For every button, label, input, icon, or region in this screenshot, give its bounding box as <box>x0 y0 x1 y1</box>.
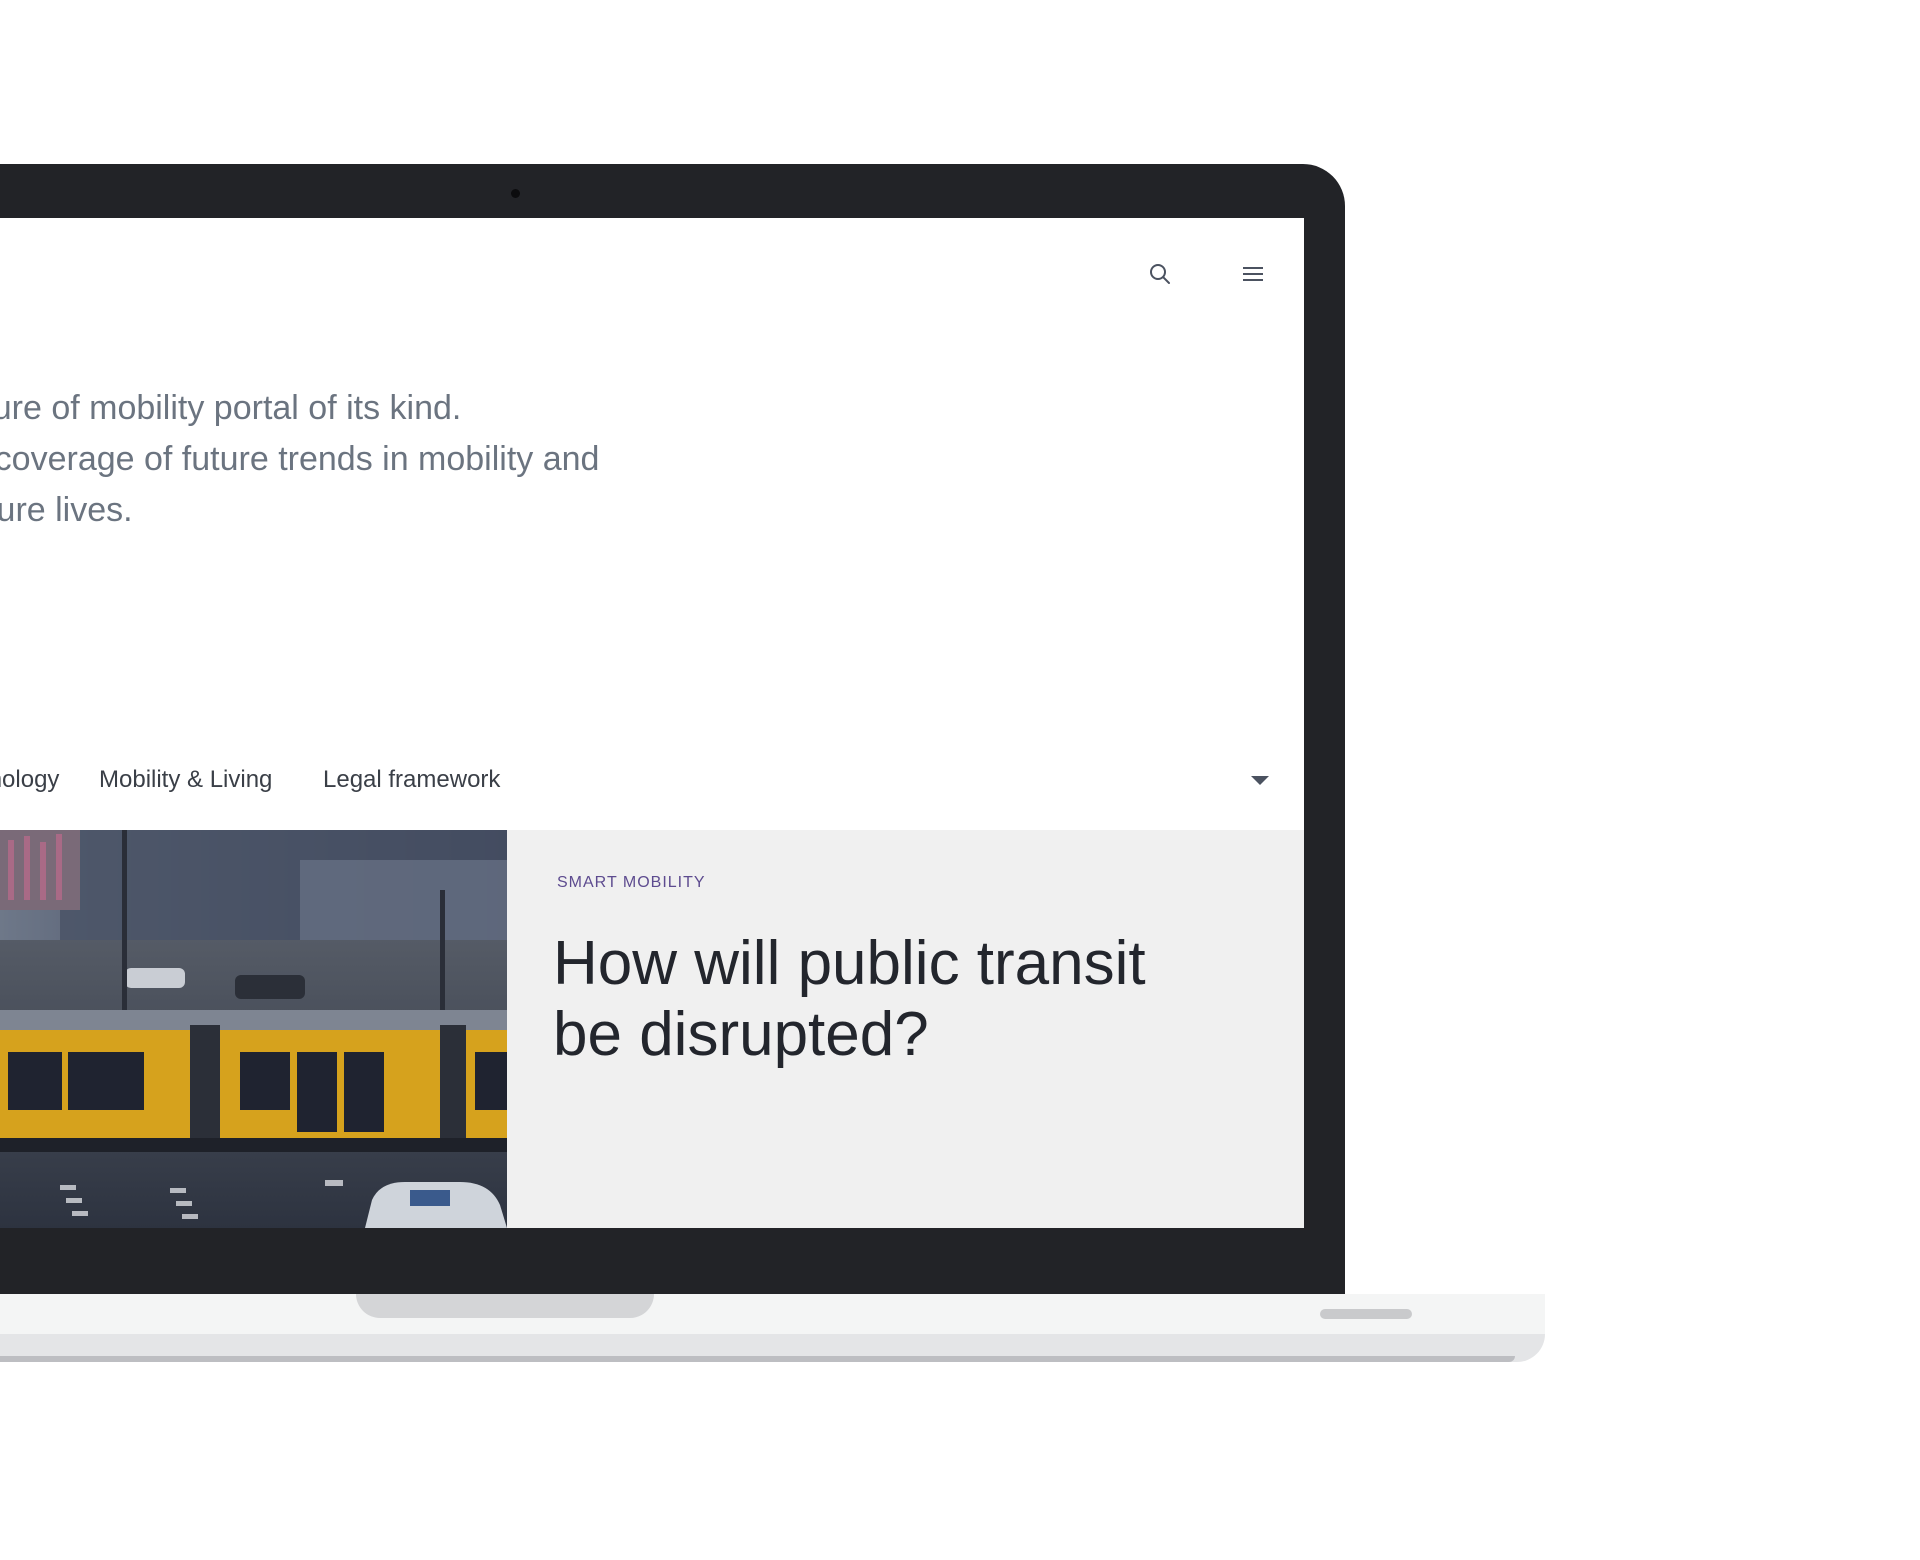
search-icon <box>1150 264 1170 284</box>
intro-line: will shape future lives. <box>0 491 133 529</box>
caret-down-icon[interactable] <box>1248 772 1272 788</box>
laptop-base-shadow <box>0 1356 1515 1362</box>
tram-illustration <box>0 830 507 1228</box>
camera-dot <box>511 189 520 198</box>
nav-item-legal-framework[interactable]: Legal framework <box>323 760 500 800</box>
intro-paragraph: is the first future of mobility portal o… <box>0 383 810 536</box>
website-screen: is the first future of mobility portal o… <box>0 218 1304 1228</box>
teaser-text-panel: SMART MOBILITY How will public transit b… <box>507 830 1304 1228</box>
intro-line: is the first future of mobility portal o… <box>0 389 462 427</box>
laptop-vent <box>1320 1309 1412 1319</box>
laptop-mockup: is the first future of mobility portal o… <box>0 0 1920 1560</box>
tram-photo[interactable] <box>0 830 507 1228</box>
hamburger-menu-icon <box>1243 267 1263 281</box>
article-category[interactable]: SMART MOBILITY <box>557 874 706 892</box>
article-title[interactable]: How will public transit be disrupted? <box>553 928 1203 1070</box>
article-teaser: SMART MOBILITY How will public transit b… <box>0 830 1304 1228</box>
search-button[interactable] <box>1140 254 1180 294</box>
menu-button[interactable] <box>1233 254 1273 294</box>
laptop-opening-notch <box>356 1294 654 1318</box>
intro-line: international coverage of future trends … <box>0 440 600 478</box>
category-nav: Technology Mobility & Living Legal frame… <box>0 760 1304 800</box>
nav-item-mobility-living[interactable]: Mobility & Living <box>99 760 272 800</box>
nav-item-technology[interactable]: Technology <box>0 760 59 800</box>
laptop-base <box>0 1294 1545 1334</box>
